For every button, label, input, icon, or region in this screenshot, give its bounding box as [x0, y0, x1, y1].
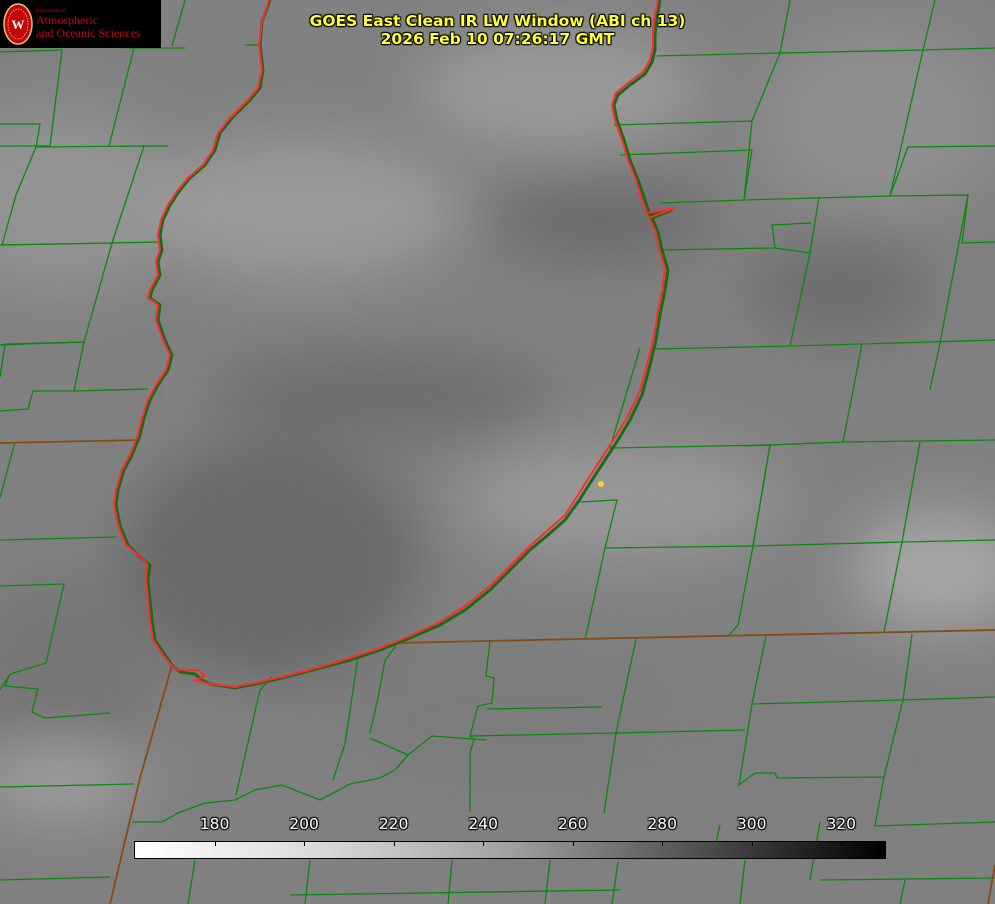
- colorbar-tick-mark: [483, 841, 485, 846]
- colorbar-tick-label: 200: [289, 815, 319, 833]
- logo-oceanic-text: and Oceanic Sciences: [36, 26, 141, 40]
- colorbar-tick-label: 260: [557, 815, 588, 833]
- colorbar-tick-label: 220: [378, 815, 409, 833]
- image-timestamp: 2026 Feb 10 07:26:17 GMT: [380, 30, 615, 48]
- temperature-colorbar: [134, 841, 886, 859]
- uw-aos-logo: W Department of Atmospheric and Oceanic …: [0, 0, 161, 48]
- uw-seal-icon: W: [3, 3, 33, 45]
- colorbar-tick-mark: [572, 841, 574, 846]
- colorbar-tick-label: 280: [647, 815, 677, 833]
- satellite-map: [0, 0, 995, 904]
- satellite-image-viewer: W Department of Atmospheric and Oceanic …: [0, 0, 995, 904]
- colorbar-tick-label: 300: [736, 815, 767, 833]
- image-title: GOES East Clean IR LW Window (ABI ch 13): [309, 12, 686, 30]
- colorbar-tick-mark: [662, 841, 664, 846]
- colorbar-tick-mark: [214, 841, 216, 846]
- location-marker: [598, 481, 604, 487]
- colorbar-tick-mark: [393, 841, 395, 846]
- colorbar-tick-label: 240: [468, 815, 498, 833]
- colorbar-tick-mark: [751, 841, 753, 846]
- seal-letter: W: [12, 17, 25, 32]
- colorbar-tick-mark: [304, 841, 306, 846]
- colorbar-tick-label: 320: [826, 815, 857, 833]
- colorbar-tick-mark: [841, 841, 843, 846]
- colorbar-tick-label: 180: [199, 815, 230, 833]
